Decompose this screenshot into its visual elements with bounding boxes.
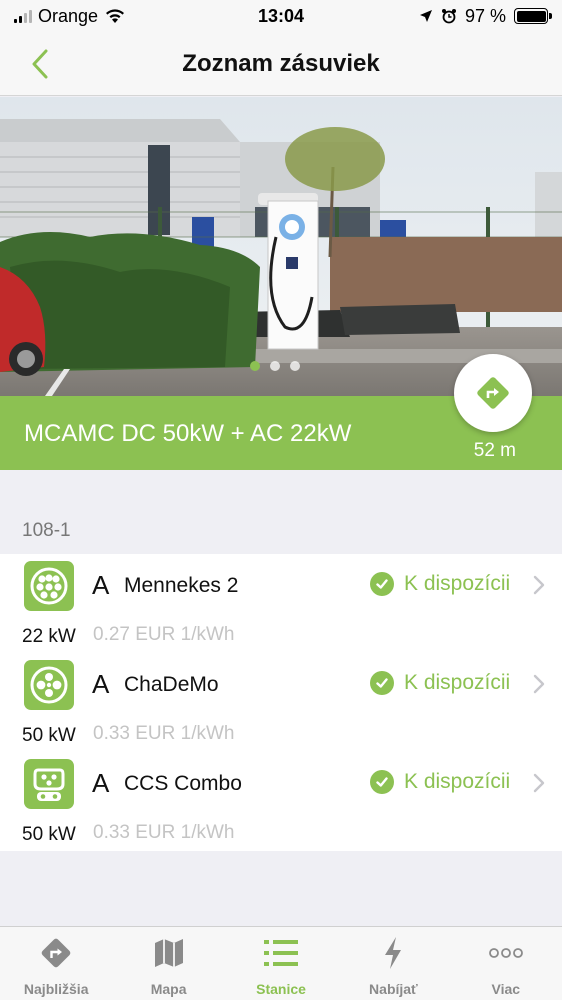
chevron-right-icon	[533, 674, 545, 694]
socket-type: Mennekes 2	[124, 574, 239, 597]
socket-row-chademo[interactable]: A ChaDeMo K dispozícii 50 kW 0.33 EUR 1/…	[0, 653, 562, 752]
checkmark-icon	[370, 770, 394, 794]
tab-label: Viac	[491, 981, 521, 997]
tab-viac[interactable]: Viac	[450, 927, 562, 1000]
list-icon	[263, 935, 299, 971]
checkmark-icon	[370, 671, 394, 695]
type2-connector-icon	[24, 561, 74, 611]
chademo-connector-icon	[24, 660, 74, 710]
socket-letter: A	[92, 570, 110, 600]
availability-status: K dispozícii	[370, 770, 510, 794]
status-text: K dispozícii	[404, 671, 511, 694]
station-photo-gallery[interactable]	[0, 97, 562, 396]
socket-price: 0.27 EUR 1/kWh	[93, 624, 235, 645]
navigation-bar: Zoznam zásuviek	[0, 32, 562, 96]
tab-label: Najbližšia	[23, 981, 89, 997]
map-icon	[152, 935, 186, 971]
tab-najblizsia[interactable]: Najbližšia	[0, 927, 112, 1000]
battery-percentage: 97 %	[464, 5, 506, 26]
tab-label: Stanice	[256, 981, 306, 997]
more-dots-icon	[488, 935, 524, 971]
signal-strength-icon	[14, 9, 32, 23]
chevron-right-icon	[533, 575, 545, 595]
station-photo	[0, 97, 562, 396]
socket-letter: A	[92, 669, 110, 699]
socket-letter: A	[92, 768, 110, 798]
checkmark-icon	[370, 572, 394, 596]
status-right: 97 %	[419, 5, 552, 27]
tab-label: Mapa	[150, 981, 187, 997]
back-button[interactable]	[22, 46, 58, 82]
socket-power: 50 kW	[22, 725, 76, 746]
gallery-dot[interactable]	[290, 361, 300, 371]
gallery-page-indicator	[250, 361, 300, 371]
gallery-dot[interactable]	[270, 361, 280, 371]
status-text: K dispozícii	[404, 572, 511, 595]
alarm-clock-icon	[441, 9, 456, 24]
nearest-directions-icon	[39, 935, 73, 971]
lightning-icon	[381, 935, 405, 971]
socket-list: A Mennekes 2 K dispozícii 22 kW 0.27 EUR…	[0, 554, 562, 851]
section-label: 108-1	[22, 520, 71, 541]
status-text: K dispozícii	[404, 770, 511, 793]
status-bar: Orange 13:04 97 %	[0, 0, 562, 32]
ccs-combo-connector-icon	[24, 759, 74, 809]
tab-label: Nabíjať	[369, 981, 418, 997]
status-left: Orange	[14, 6, 419, 27]
tab-bar: Najbližšia Mapa Stanice Nabíjať Viac	[0, 926, 562, 1000]
directions-button[interactable]	[454, 354, 532, 432]
chevron-left-icon	[32, 49, 48, 79]
carrier-name: Orange	[38, 5, 99, 26]
availability-status: K dispozícii	[370, 671, 510, 695]
station-banner: MCAMC DC 50kW + AC 22kW 52 m	[0, 354, 562, 470]
page-title: Zoznam zásuviek	[182, 49, 380, 77]
tab-mapa[interactable]: Mapa	[112, 927, 224, 1000]
wifi-icon	[106, 9, 125, 23]
station-name: MCAMC DC 50kW + AC 22kW	[24, 420, 352, 447]
station-distance: 52 m	[473, 440, 516, 461]
socket-row-mennekes-2[interactable]: A Mennekes 2 K dispozícii 22 kW 0.27 EUR…	[0, 554, 562, 653]
socket-price: 0.33 EUR 1/kWh	[93, 822, 235, 843]
socket-type: CCS Combo	[124, 772, 242, 795]
socket-price: 0.33 EUR 1/kWh	[93, 723, 235, 744]
socket-power: 50 kW	[22, 824, 76, 845]
battery-icon	[514, 8, 552, 24]
chevron-right-icon	[533, 773, 545, 793]
availability-status: K dispozícii	[370, 572, 510, 596]
tab-nabijat[interactable]: Nabíjať	[337, 927, 449, 1000]
directions-arrow-icon	[477, 377, 509, 409]
tab-stanice[interactable]: Stanice	[225, 927, 337, 1000]
location-arrow-icon	[419, 10, 432, 22]
socket-power: 22 kW	[22, 626, 76, 647]
gallery-dot[interactable]	[250, 361, 260, 371]
socket-type: ChaDeMo	[124, 673, 219, 696]
socket-row-ccs-combo[interactable]: A CCS Combo K dispozícii 50 kW 0.33 EUR …	[0, 752, 562, 851]
